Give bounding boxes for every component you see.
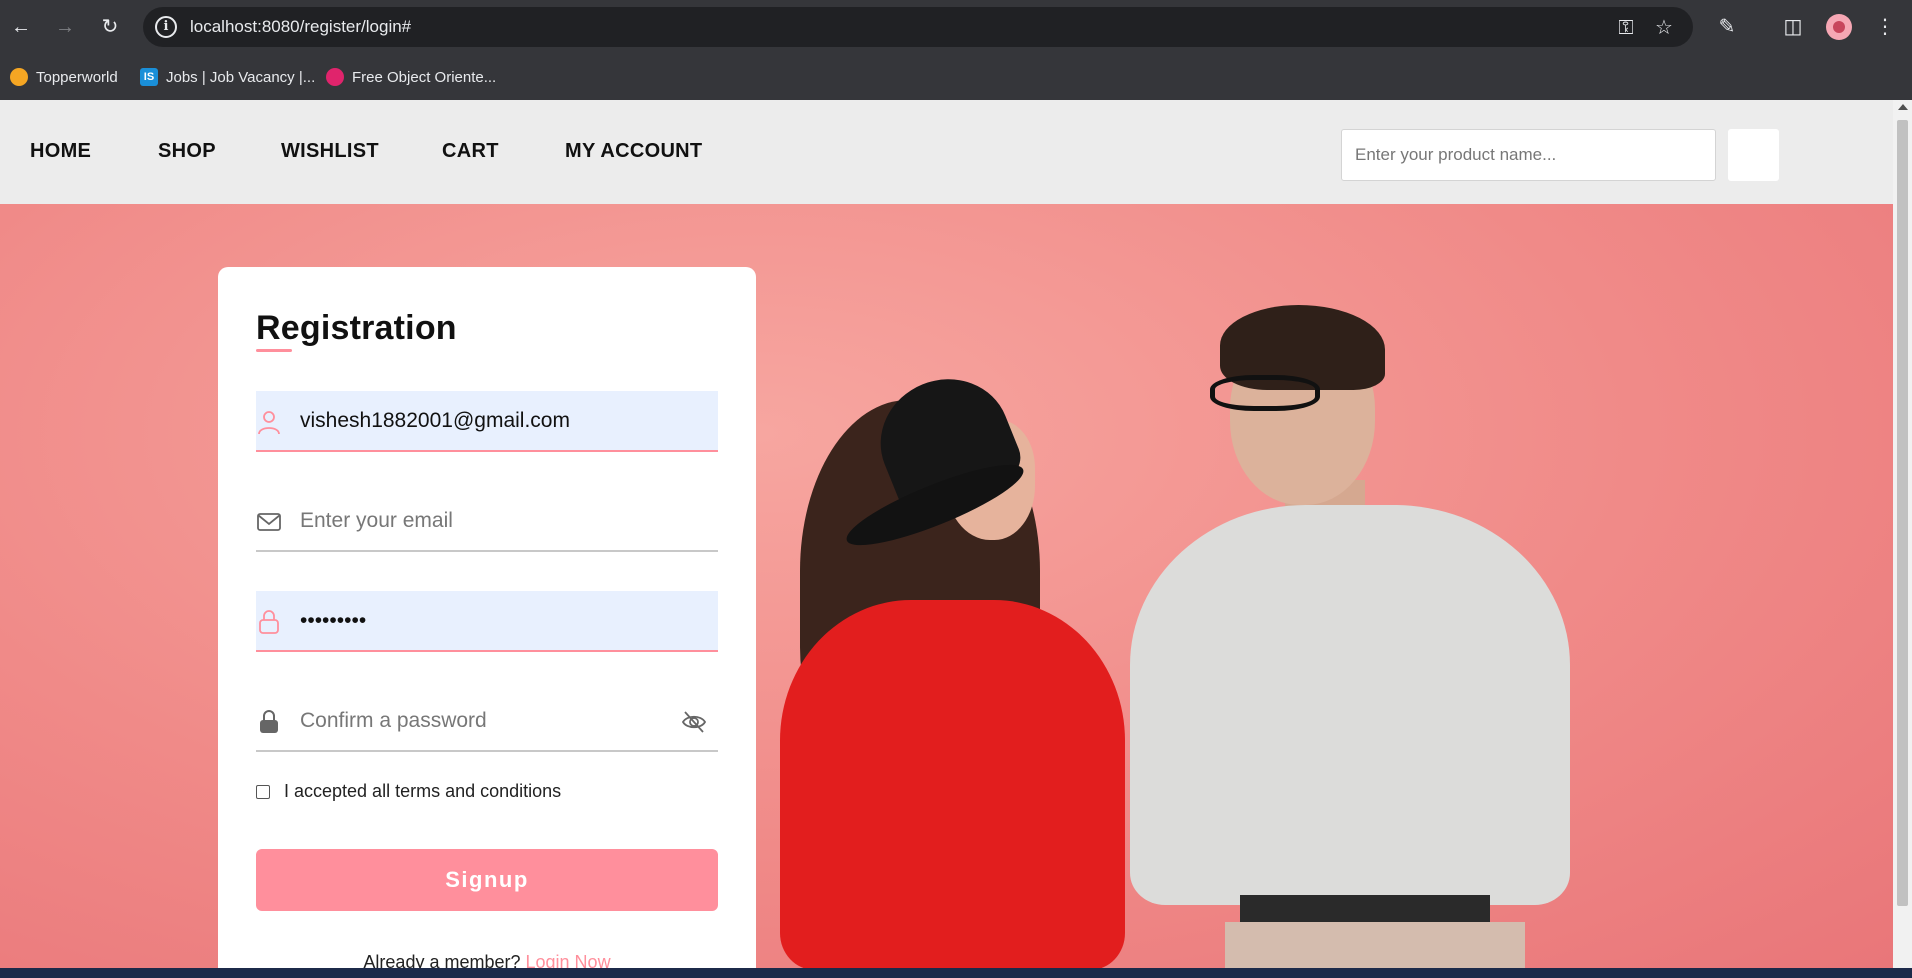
forward-icon[interactable]: → [50,12,80,42]
address-bar[interactable]: i localhost:8080/register/login# ⚿ ☆ [143,7,1693,47]
nav-shop[interactable]: SHOP [158,140,216,163]
man-pants [1225,922,1525,968]
name-input[interactable] [300,391,680,450]
bookmark-label: Jobs | Job Vacancy |... [166,68,316,86]
bookmark-label: Topperworld [36,68,118,86]
search-button[interactable] [1728,129,1779,181]
man-glasses [1210,375,1320,411]
eye-slash-icon[interactable] [680,708,708,736]
back-icon[interactable]: ← [6,12,36,42]
bookmark-topperworld[interactable]: Topperworld [10,66,118,88]
product-search [1341,129,1716,181]
member-text: Already a member? [363,952,521,968]
login-prompt: Already a member? Login Now [218,952,756,968]
reload-icon[interactable]: ↻ [95,12,125,42]
nav-cart[interactable]: CART [442,140,499,163]
is-icon: IS [140,68,158,86]
bookmark-free-object[interactable]: Free Object Oriente... [326,66,496,88]
terms-checkbox[interactable] [256,784,270,799]
woman-sweater [780,600,1125,968]
os-taskbar [0,968,1912,978]
star-icon[interactable]: ☆ [1651,15,1677,41]
scroll-up-arrow-icon[interactable] [1898,104,1908,110]
topperworld-icon [10,68,28,86]
extensions-icon[interactable]: ✎ [1712,12,1742,42]
nav-home[interactable]: HOME [30,140,91,163]
terms-row: I accepted all terms and conditions [256,781,561,802]
user-icon [258,411,280,435]
menu-icon[interactable]: ⋮ [1870,12,1900,42]
email-field [256,491,718,552]
scroll-thumb[interactable] [1897,120,1908,906]
confirm-password-field [256,691,718,752]
side-panel-icon[interactable]: ◫ [1778,12,1808,42]
terms-label: I accepted all terms and conditions [284,781,562,801]
browser-toolbar: ← → ↻ i localhost:8080/register/login# ⚿… [0,0,1912,54]
bookmark-jobs[interactable]: IS Jobs | Job Vacancy |... [140,66,315,88]
confirm-password-input[interactable] [300,691,680,750]
page-viewport: HOME SHOP WISHLIST CART MY ACCOUNT Regis… [0,100,1893,968]
name-field [256,391,718,452]
login-now-link[interactable]: Login Now [526,952,611,968]
product-search-input[interactable] [1342,130,1715,180]
site-header: HOME SHOP WISHLIST CART MY ACCOUNT [0,100,1893,204]
email-input[interactable] [300,491,680,550]
password-input[interactable] [300,591,680,650]
bookmarks-bar: Topperworld IS Jobs | Job Vacancy |... F… [0,54,1912,100]
bookmark-label: Free Object Oriente... [352,68,497,86]
title-underline [256,349,292,352]
url-text[interactable]: localhost:8080/register/login# [190,17,411,37]
page-scrollbar[interactable] [1893,100,1912,968]
man-sweater [1130,505,1570,905]
profile-avatar[interactable] [1826,14,1852,40]
site-info-icon[interactable]: i [155,16,177,38]
key-icon[interactable]: ⚿ [1613,15,1639,41]
lock-icon [259,610,279,634]
registration-title: Registration [256,309,457,347]
registration-card: Registration vishesh1882001@gmail.com En… [218,267,756,968]
nav-my-account[interactable]: MY ACCOUNT [565,140,702,163]
signup-button[interactable]: Signup [256,849,718,911]
envelope-icon [257,513,281,531]
nav-wishlist[interactable]: WISHLIST [281,140,379,163]
free-object-icon [326,68,344,86]
password-field [256,591,718,652]
lock-icon [260,710,278,733]
hero-banner: Registration vishesh1882001@gmail.com En… [0,204,1893,968]
